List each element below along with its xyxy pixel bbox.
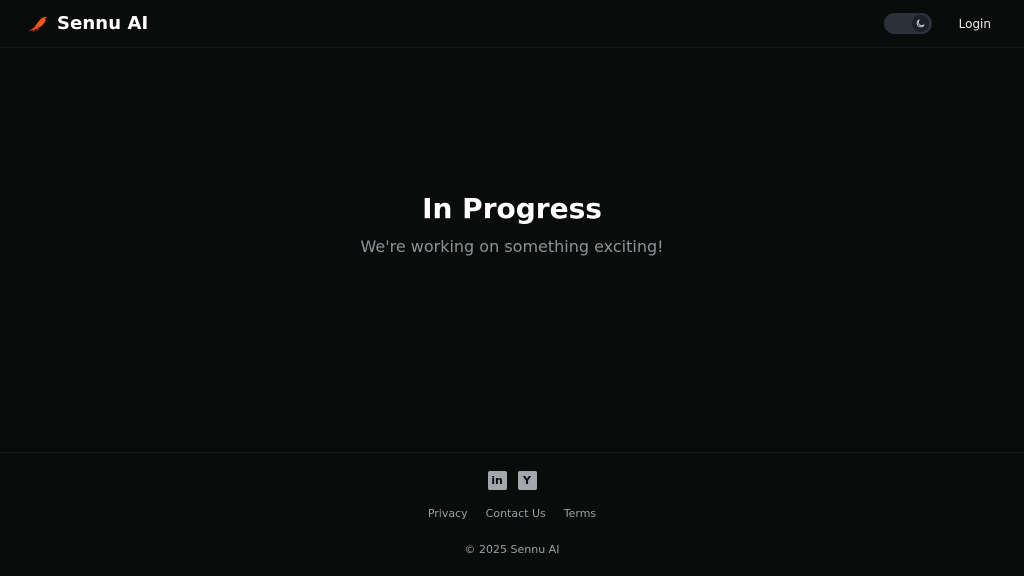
login-link[interactable]: Login [959, 17, 991, 31]
site-footer: in Y Privacy Contact Us Terms © 2025 Sen… [0, 452, 1024, 576]
page-subtitle: We're working on something exciting! [360, 237, 664, 256]
privacy-link[interactable]: Privacy [428, 507, 468, 520]
footer-nav: Privacy Contact Us Terms [0, 507, 1024, 520]
theme-toggle-knob [911, 15, 929, 32]
hero: In Progress We're working on something e… [0, 190, 1024, 256]
linkedin-icon[interactable]: in [487, 471, 507, 490]
copyright: © 2025 Sennu AI [464, 543, 560, 556]
social-links: in Y [0, 471, 1024, 490]
terms-link[interactable]: Terms [564, 507, 596, 520]
moon-icon [916, 19, 925, 28]
contact-us-link[interactable]: Contact Us [486, 507, 546, 520]
theme-toggle[interactable] [883, 13, 932, 34]
header-actions: Login [883, 13, 992, 34]
page-title: In Progress [422, 192, 602, 225]
brand[interactable]: Sennu AI [26, 13, 148, 34]
brand-name: Sennu AI [57, 13, 149, 34]
y-combinator-icon[interactable]: Y [517, 471, 537, 490]
bird-logo-icon [27, 16, 47, 32]
site-header: Sennu AI Login [0, 0, 1024, 48]
